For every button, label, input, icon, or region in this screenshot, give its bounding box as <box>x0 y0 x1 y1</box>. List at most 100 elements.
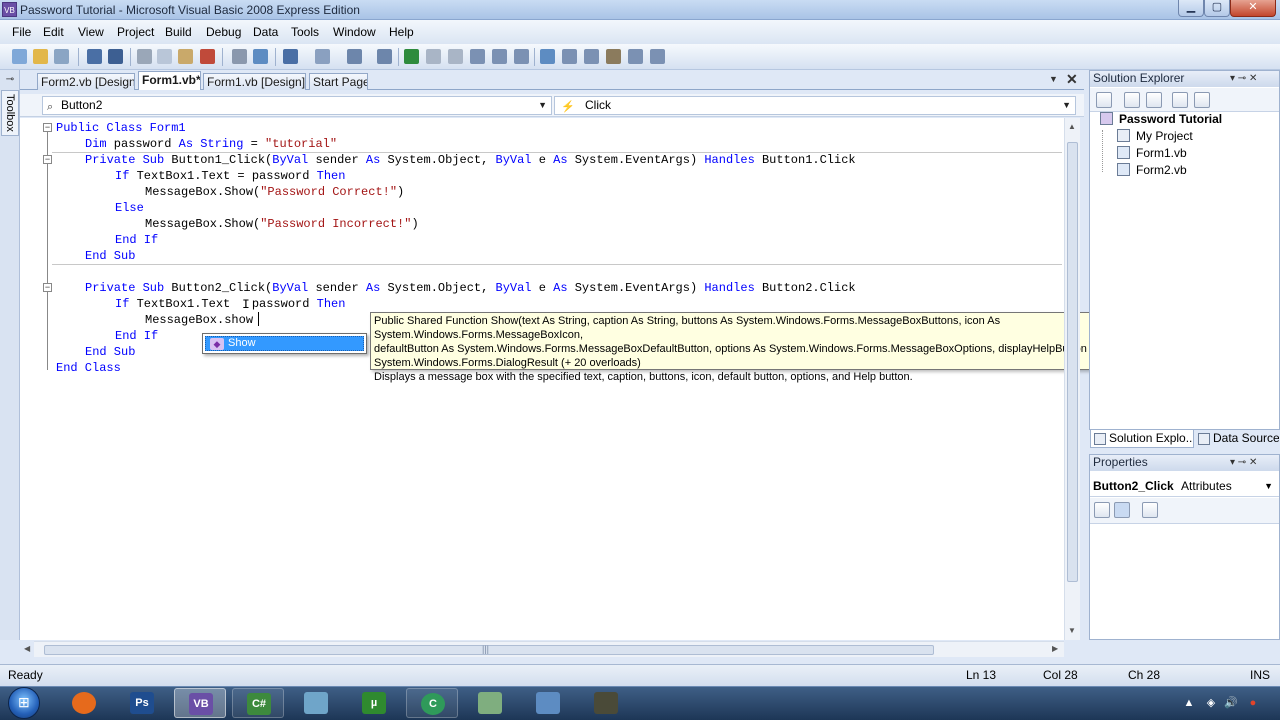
taskbar-network-app[interactable] <box>290 688 342 718</box>
scroll-up-icon[interactable]: ▲ <box>1068 122 1076 131</box>
code-line[interactable]: End If <box>115 232 158 248</box>
code-line[interactable]: End Sub <box>85 248 135 264</box>
object-browser-icon[interactable] <box>628 49 643 64</box>
break-all-icon[interactable] <box>426 49 441 64</box>
collapse-method-icon[interactable]: − <box>43 155 52 164</box>
volume-icon[interactable]: 🔊 <box>1224 696 1238 710</box>
minimize-button[interactable]: ▁ <box>1178 0 1204 17</box>
code-line[interactable]: Private Sub Button2_Click(ByVal sender A… <box>85 280 856 296</box>
refresh-icon[interactable] <box>1146 92 1162 108</box>
stop-debugging-icon[interactable] <box>448 49 463 64</box>
code-line[interactable]: MessageBox.Show("Password Incorrect!") <box>145 216 419 232</box>
code-line[interactable]: Else <box>115 200 144 216</box>
menu-file[interactable]: File <box>12 25 31 39</box>
tree-item-form2[interactable]: Form2.vb <box>1117 162 1187 178</box>
code-line[interactable]: If TextBox1.Text = password Then <box>115 168 345 184</box>
menu-build[interactable]: Build <box>165 25 192 39</box>
taskbar-visual-basic[interactable]: VB <box>174 688 226 718</box>
tab-solution-explorer[interactable]: Solution Explo... <box>1090 430 1194 448</box>
toolbox-tab[interactable]: Toolbox <box>1 90 19 136</box>
taskbar-utorrent[interactable]: µ <box>348 688 400 718</box>
step-into-icon[interactable] <box>470 49 485 64</box>
horizontal-scrollbar[interactable]: ◀ ||| ▶ <box>24 641 1064 657</box>
menu-project[interactable]: Project <box>117 25 154 39</box>
menu-help[interactable]: Help <box>389 25 414 39</box>
close-window-button[interactable]: ✕ <box>1230 0 1276 17</box>
network-icon[interactable]: ◈ <box>1204 696 1218 710</box>
navigate-backward-icon[interactable] <box>347 49 362 64</box>
taskbar-firefox[interactable] <box>58 688 110 718</box>
taskbar-photoshop[interactable]: Ps <box>116 688 168 718</box>
tree-item-my-project[interactable]: My Project <box>1117 128 1193 144</box>
step-over-icon[interactable] <box>492 49 507 64</box>
step-out-icon[interactable] <box>514 49 529 64</box>
panel-pin-close-icons[interactable]: ▾ ⊸ ✕ <box>1230 455 1257 470</box>
undo-icon[interactable] <box>283 49 298 64</box>
tree-item-form1[interactable]: Form1.vb <box>1117 145 1187 161</box>
property-grid[interactable] <box>1090 525 1279 639</box>
start-debugging-icon[interactable] <box>404 49 419 64</box>
add-item-icon[interactable] <box>54 49 69 64</box>
active-files-dropdown-icon[interactable]: ▼ <box>1049 74 1058 84</box>
tree-item-solution[interactable]: Password Tutorial <box>1100 111 1222 127</box>
open-file-icon[interactable] <box>33 49 48 64</box>
save-icon[interactable] <box>87 49 102 64</box>
alphabetical-icon[interactable] <box>1114 502 1130 518</box>
toolbox-icon[interactable] <box>606 49 621 64</box>
new-project-icon[interactable] <box>12 49 27 64</box>
menu-data[interactable]: Data <box>253 25 278 39</box>
code-line[interactable]: Dim password As String = "tutorial" <box>85 136 337 152</box>
menu-view[interactable]: View <box>78 25 104 39</box>
scroll-left-icon[interactable]: ◀ <box>24 644 30 653</box>
code-line[interactable]: MessageBox.show <box>145 312 253 328</box>
code-line[interactable]: End Class <box>56 360 121 376</box>
intellisense-list[interactable]: ◆ Show <box>202 333 367 354</box>
collapse-class-icon[interactable]: − <box>43 123 52 132</box>
tray-app-icon[interactable]: ● <box>1246 696 1260 710</box>
class-name-dropdown[interactable]: ⌕ Button2 ▼ <box>42 96 552 115</box>
properties-object-selector[interactable]: Button2_Click Attributes ▼ <box>1090 477 1279 497</box>
completion-item-show[interactable]: ◆ Show <box>205 336 364 351</box>
start-page-icon[interactable] <box>650 49 665 64</box>
code-line[interactable]: Private Sub Button1_Click(ByVal sender A… <box>85 152 856 168</box>
scroll-down-icon[interactable]: ▼ <box>1068 626 1076 635</box>
comment-icon[interactable] <box>232 49 247 64</box>
paste-icon[interactable] <box>178 49 193 64</box>
redo-icon[interactable] <box>315 49 330 64</box>
property-pages-icon[interactable] <box>1142 502 1158 518</box>
maximize-button[interactable]: ▢ <box>1204 0 1230 17</box>
taskbar-app-green[interactable] <box>464 688 516 718</box>
menu-edit[interactable]: Edit <box>43 25 64 39</box>
tab-data-sources[interactable]: Data Sources <box>1195 430 1279 448</box>
copy-icon[interactable] <box>157 49 172 64</box>
navigate-forward-icon[interactable] <box>377 49 392 64</box>
tab-form1-design[interactable]: Form1.vb [Design]* <box>203 73 306 90</box>
close-document-icon[interactable]: ✕ <box>1066 71 1078 88</box>
scrollbar-thumb[interactable] <box>1067 142 1078 582</box>
tab-start-page[interactable]: Start Page <box>309 73 368 90</box>
properties-window-icon[interactable] <box>584 49 599 64</box>
taskbar-camtasia[interactable]: C <box>406 688 458 718</box>
find-icon[interactable] <box>540 49 555 64</box>
pin-icon[interactable]: ⊸ <box>4 74 16 86</box>
menu-debug[interactable]: Debug <box>206 25 241 39</box>
menu-tools[interactable]: Tools <box>291 25 319 39</box>
cut-icon[interactable] <box>137 49 152 64</box>
view-designer-icon[interactable] <box>1194 92 1210 108</box>
taskbar-app-blue[interactable] <box>522 688 574 718</box>
scroll-right-icon[interactable]: ▶ <box>1052 644 1058 653</box>
code-line[interactable]: MessageBox.Show("Password Correct!") <box>145 184 404 200</box>
code-line[interactable]: If TextBox1.Text password Then <box>115 296 345 312</box>
categorized-icon[interactable] <box>1094 502 1110 518</box>
save-all-icon[interactable] <box>108 49 123 64</box>
code-line[interactable]: End Sub <box>85 344 135 360</box>
view-code-icon[interactable] <box>1172 92 1188 108</box>
method-name-dropdown[interactable]: ⚡ Click ▼ <box>554 96 1076 115</box>
menu-window[interactable]: Window <box>333 25 376 39</box>
taskbar-app-dark[interactable] <box>580 688 632 718</box>
show-hidden-icons-icon[interactable]: ▲ <box>1182 696 1196 710</box>
delete-icon[interactable] <box>200 49 215 64</box>
panel-pin-close-icons[interactable]: ▾ ⊸ ✕ <box>1230 71 1257 86</box>
vertical-scrollbar[interactable]: ▲ ▼ <box>1064 118 1080 640</box>
start-button[interactable]: ⊞ <box>8 687 40 719</box>
